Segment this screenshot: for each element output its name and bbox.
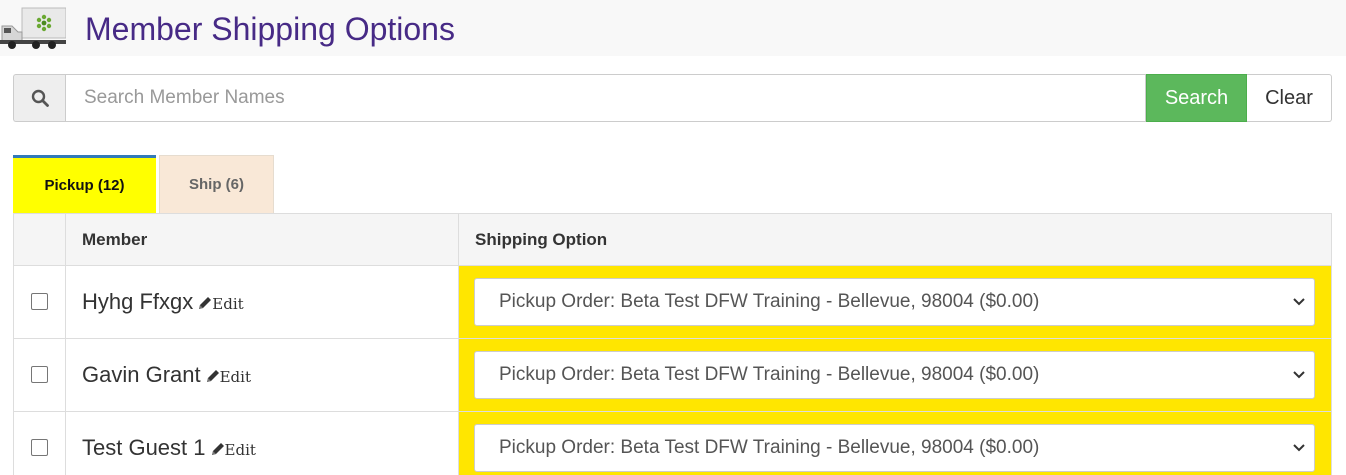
truck-icon [0, 7, 66, 49]
edit-label: Edit [219, 368, 251, 386]
clear-button[interactable]: Clear [1247, 74, 1332, 122]
row-checkbox[interactable] [31, 293, 48, 311]
search-input[interactable] [65, 74, 1146, 122]
shipping-option-value: Pickup Order: Beta Test DFW Training - B… [499, 437, 1040, 458]
shipping-option-cell: Pickup Order: Beta Test DFW Training - B… [458, 338, 1332, 412]
search-icon [13, 74, 65, 122]
edit-label: Edit [224, 441, 256, 459]
search-button[interactable]: Search [1146, 74, 1247, 122]
shipping-option-value: Pickup Order: Beta Test DFW Training - B… [499, 364, 1040, 385]
row-checkbox[interactable] [31, 439, 48, 457]
row-select-cell [13, 338, 66, 412]
member-column-header: Member [65, 213, 459, 266]
chevron-down-icon [1293, 444, 1305, 452]
pencil-icon [211, 443, 224, 455]
page-title: Member Shipping Options [85, 11, 455, 47]
shipping-option-cell: Pickup Order: Beta Test DFW Training - B… [458, 411, 1332, 475]
table-header-row: Member Shipping Option [13, 213, 1332, 266]
member-cell: Hyhg Ffxgx Edit [65, 265, 459, 339]
shipping-option-column-header: Shipping Option [458, 213, 1332, 266]
shipping-option-select[interactable]: Pickup Order: Beta Test DFW Training - B… [474, 278, 1315, 326]
pencil-icon [206, 370, 219, 382]
chevron-down-icon [1293, 371, 1305, 379]
select-column-header [13, 213, 66, 266]
shipping-option-cell: Pickup Order: Beta Test DFW Training - B… [458, 265, 1332, 339]
table-row: Gavin Grant Edit Pickup Order: Beta Test … [13, 338, 1332, 412]
chevron-down-icon [1293, 298, 1305, 306]
tab-ship[interactable]: Ship (6) [159, 155, 274, 213]
edit-label: Edit [212, 295, 244, 313]
member-name: Test Guest 1 [82, 435, 206, 460]
pencil-icon [199, 297, 212, 309]
shipping-option-select[interactable]: Pickup Order: Beta Test DFW Training - B… [474, 351, 1315, 399]
edit-link[interactable]: Edit [206, 368, 251, 386]
row-select-cell [13, 411, 66, 475]
edit-link[interactable]: Edit [198, 295, 244, 313]
shipping-option-value: Pickup Order: Beta Test DFW Training - B… [499, 291, 1040, 312]
shipping-option-select[interactable]: Pickup Order: Beta Test DFW Training - B… [474, 424, 1315, 472]
row-select-cell [13, 265, 66, 339]
table-row: Test Guest 1 Edit Pickup Order: Beta Test… [13, 411, 1332, 475]
member-cell: Gavin Grant Edit [65, 338, 459, 412]
row-checkbox[interactable] [31, 366, 48, 384]
member-name: Gavin Grant [82, 362, 201, 387]
search-bar: Search Clear [13, 74, 1332, 122]
page-header: Member Shipping Options [0, 0, 1346, 56]
table-row: Hyhg Ffxgx Edit Pickup Order: Beta Test D… [13, 265, 1332, 339]
tab-pickup[interactable]: Pickup (12) [13, 155, 156, 213]
member-shipping-table: Member Shipping Option Hyhg Ffxgx Edit Pi… [13, 213, 1332, 475]
edit-link[interactable]: Edit [211, 441, 256, 459]
member-cell: Test Guest 1 Edit [65, 411, 459, 475]
member-name: Hyhg Ffxgx [82, 289, 194, 314]
